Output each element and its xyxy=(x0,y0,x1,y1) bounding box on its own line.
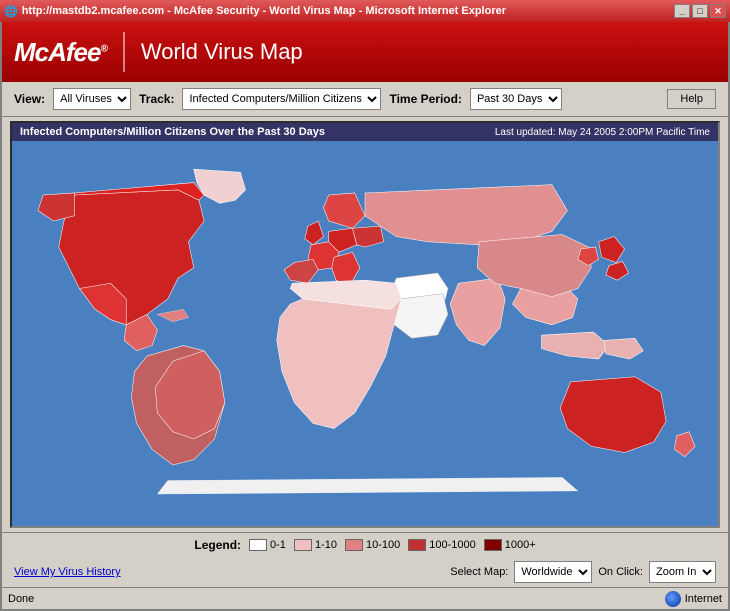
legend-bar: Legend: 0-1 1-10 10-100 100-1000 1000+ xyxy=(2,532,728,557)
close-button[interactable]: ✕ xyxy=(710,4,726,18)
controls-bar: View: All Viruses Track: Infected Comput… xyxy=(2,82,728,117)
map-container: Infected Computers/Million Citizens Over… xyxy=(10,121,720,528)
mcafee-logo: McAfee® xyxy=(14,37,107,68)
map-last-updated: Last updated: May 24 2005 2:00PM Pacific… xyxy=(495,127,710,138)
legend-range-1: 1-10 xyxy=(315,539,337,551)
select-map-select[interactable]: Worldwide xyxy=(514,561,592,583)
title-bar: 🌐 http://mastdb2.mcafee.com - McAfee Sec… xyxy=(0,0,730,22)
legend-item-1: 1-10 xyxy=(294,539,337,551)
legend-color-4 xyxy=(484,539,502,551)
legend-item-2: 10-100 xyxy=(345,539,400,551)
window-icon: 🌐 xyxy=(4,5,18,18)
minimize-button[interactable]: _ xyxy=(674,4,690,18)
on-click-label: On Click: xyxy=(598,566,643,578)
internet-status: Internet xyxy=(665,591,722,607)
map-header-text: Infected Computers/Million Citizens Over… xyxy=(20,126,325,138)
select-map-label: Select Map: xyxy=(450,566,508,578)
legend-range-3: 100-1000 xyxy=(429,539,476,551)
legend-range-2: 10-100 xyxy=(366,539,400,551)
track-label: Track: xyxy=(139,92,174,106)
bottom-bar: View My Virus History Select Map: Worldw… xyxy=(2,557,728,587)
legend-label: Legend: xyxy=(194,538,241,552)
map-header: Infected Computers/Million Citizens Over… xyxy=(12,123,718,141)
legend-color-0 xyxy=(249,539,267,551)
status-panel: Done xyxy=(8,593,657,605)
legend-color-1 xyxy=(294,539,312,551)
legend-range-4: 1000+ xyxy=(505,539,536,551)
view-label: View: xyxy=(14,92,45,106)
help-button[interactable]: Help xyxy=(667,89,716,109)
internet-icon xyxy=(665,591,681,607)
track-select[interactable]: Infected Computers/Million Citizens xyxy=(182,88,381,110)
select-map-group: Select Map: Worldwide On Click: Zoom In xyxy=(450,561,716,583)
legend-color-3 xyxy=(408,539,426,551)
legend-item-3: 100-1000 xyxy=(408,539,476,551)
done-status: Done xyxy=(8,593,34,605)
legend-range-0: 0-1 xyxy=(270,539,286,551)
main-window: McAfee® World Virus Map View: All Viruse… xyxy=(0,22,730,611)
status-bar: Done Internet xyxy=(2,587,728,609)
legend-item-0: 0-1 xyxy=(249,539,286,551)
on-click-select[interactable]: Zoom In xyxy=(649,561,716,583)
map-svg[interactable] xyxy=(12,141,718,519)
time-period-label: Time Period: xyxy=(389,92,461,106)
legend-color-2 xyxy=(345,539,363,551)
maximize-button[interactable]: □ xyxy=(692,4,708,18)
app-header: McAfee® World Virus Map xyxy=(2,22,728,82)
view-history-link[interactable]: View My Virus History xyxy=(14,566,121,578)
time-period-select[interactable]: Past 30 Days xyxy=(470,88,562,110)
legend-item-4: 1000+ xyxy=(484,539,536,551)
title-bar-buttons: _ □ ✕ xyxy=(674,4,726,18)
title-bar-text: http://mastdb2.mcafee.com - McAfee Secur… xyxy=(18,5,674,17)
internet-label: Internet xyxy=(685,593,722,605)
view-select[interactable]: All Viruses xyxy=(53,88,131,110)
header-divider xyxy=(123,32,125,72)
page-title: World Virus Map xyxy=(141,39,303,65)
